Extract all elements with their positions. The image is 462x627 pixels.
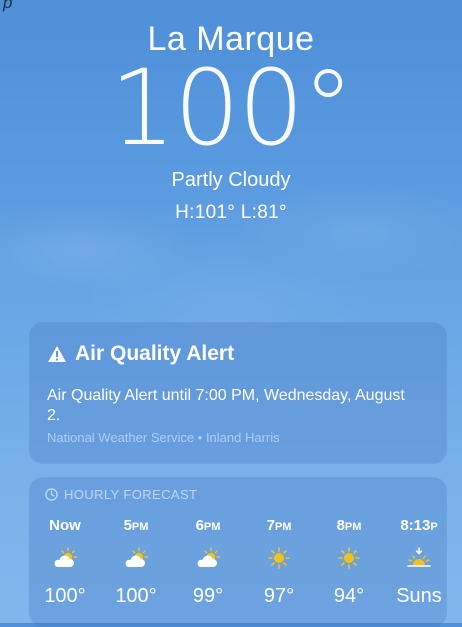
hour-label: Now — [49, 517, 81, 534]
alert-title: Air Quality Alert — [75, 342, 235, 365]
sun-icon — [268, 547, 290, 569]
partly-cloudy-icon — [197, 547, 221, 567]
current-temperature-value: 100° — [109, 47, 355, 169]
warning-triangle-icon — [48, 346, 66, 362]
hourly-forecast-title: HOURLY FORECAST — [64, 487, 198, 502]
partly-cloudy-icon — [54, 547, 78, 567]
hour-temperature: 94° — [333, 585, 365, 607]
alert-source-link[interactable]: National Weather Service • Inland Harris — [47, 430, 280, 445]
hour-label: 7PM — [266, 517, 292, 534]
hourly-forecast-header: HOURLY FORECAST — [45, 487, 197, 502]
alert-title-row: Air Quality Alert — [47, 342, 234, 366]
current-condition: Partly Cloudy — [171, 169, 291, 191]
hourly-forecast-card[interactable]: HOURLY FORECAST Now 100° 5PM 100° 6PM 99… — [29, 477, 447, 627]
high-low-temperature: H:101° L:81° — [175, 202, 287, 223]
sun-icon — [338, 547, 360, 569]
hour-temperature: Suns — [396, 585, 442, 607]
sunset-icon — [407, 547, 431, 567]
hour-label: 8:13P — [400, 517, 438, 534]
hour-temperature: 100° — [115, 585, 157, 607]
hour-label: 6PM — [195, 517, 221, 534]
partly-cloudy-icon — [125, 547, 149, 567]
hour-label: 8PM — [336, 517, 362, 534]
air-quality-alert-card[interactable]: Air Quality Alert Air Quality Alert unti… — [29, 322, 447, 464]
cropped-text: p — [3, 0, 13, 12]
hour-temperature: 100° — [44, 585, 86, 607]
hour-temperature: 97° — [263, 585, 295, 607]
hour-temperature: 99° — [192, 585, 224, 607]
current-temperature: 100° — [0, 56, 462, 160]
hour-label: 5PM — [123, 517, 149, 534]
alert-body: Air Quality Alert until 7:00 PM, Wednesd… — [47, 387, 405, 424]
clock-icon — [45, 488, 58, 501]
